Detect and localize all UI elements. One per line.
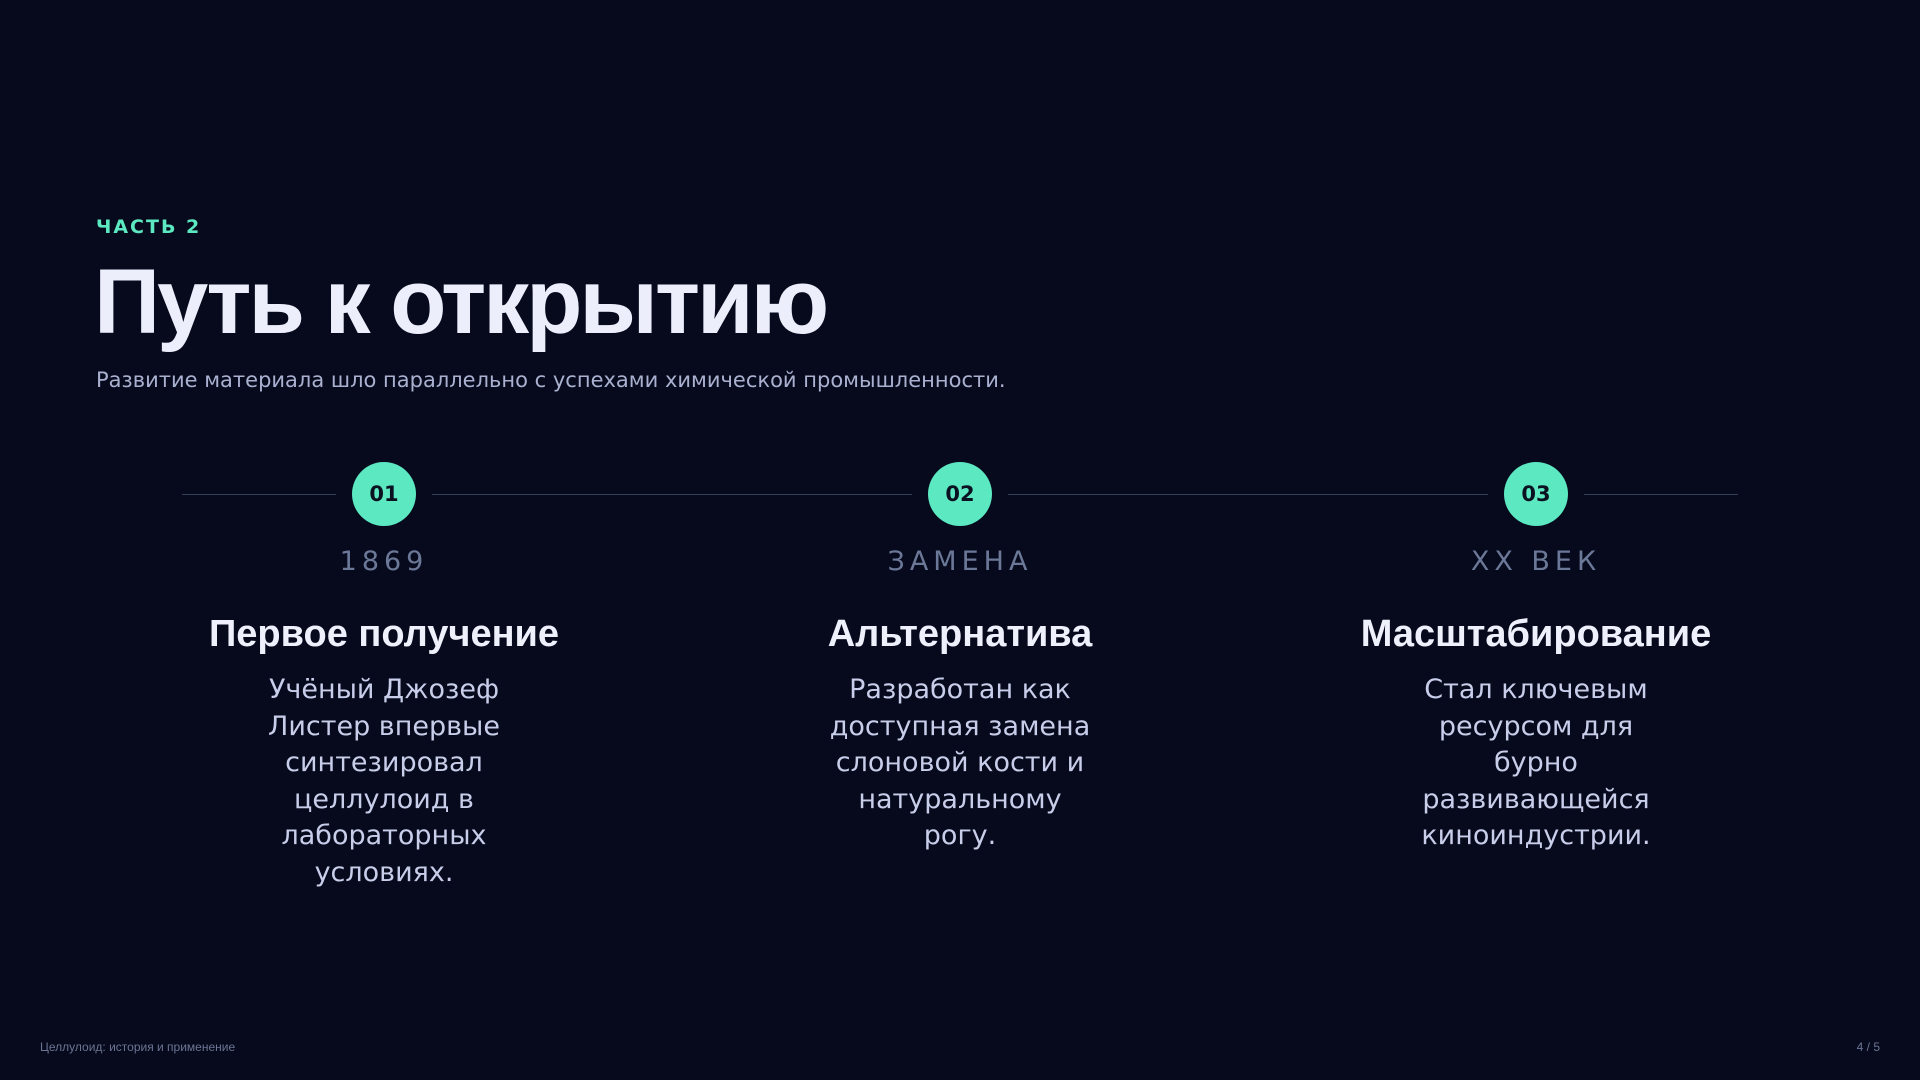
timeline-step-1: 01 1869 Первое получение Учёный Джозеф Л…	[164, 454, 604, 891]
timeline-step-text: Учёный Джозеф Листер впервые синтезирова…	[268, 674, 500, 888]
footer-presentation-title: Целлулоид: история и применение	[40, 1040, 236, 1054]
timeline-step-number: 01	[352, 462, 416, 526]
timeline-step-heading: Масштабирование	[1360, 613, 1712, 655]
timeline-step-number: 03	[1504, 462, 1568, 526]
timeline-step-2: 02 ЗАМЕНА Альтернатива Разработан как до…	[740, 454, 1180, 855]
page-subtitle: Развитие материала шло параллельно с усп…	[96, 368, 1006, 392]
section-kicker: ЧАСТЬ 2	[96, 216, 202, 238]
timeline-marker-wrap: 03	[1316, 454, 1756, 534]
page-title: Путь к открытию	[94, 251, 829, 353]
timeline-step-heading: Альтернатива	[827, 613, 1093, 655]
timeline-marker-wrap: 02	[740, 454, 1180, 534]
footer-page-indicator: 4 / 5	[1856, 1040, 1880, 1054]
timeline-step-text: Разработан как доступная замена слоновой…	[829, 674, 1091, 851]
timeline-step-number: 02	[928, 462, 992, 526]
timeline-step-label: ЗАМЕНА	[887, 546, 1033, 577]
timeline-step-text: Стал ключевым ресурсом для бурно развива…	[1421, 674, 1651, 851]
timeline-marker-wrap: 01	[164, 454, 604, 534]
timeline-step-3: 03 XX ВЕК Масштабирование Стал ключевым …	[1316, 454, 1756, 855]
slide: ЧАСТЬ 2 Путь к открытию Развитие материа…	[0, 0, 1920, 1080]
timeline-step-label: XX ВЕК	[1470, 546, 1602, 577]
timeline-step-heading: Первое получение	[208, 613, 560, 655]
timeline-step-label: 1869	[339, 546, 429, 577]
